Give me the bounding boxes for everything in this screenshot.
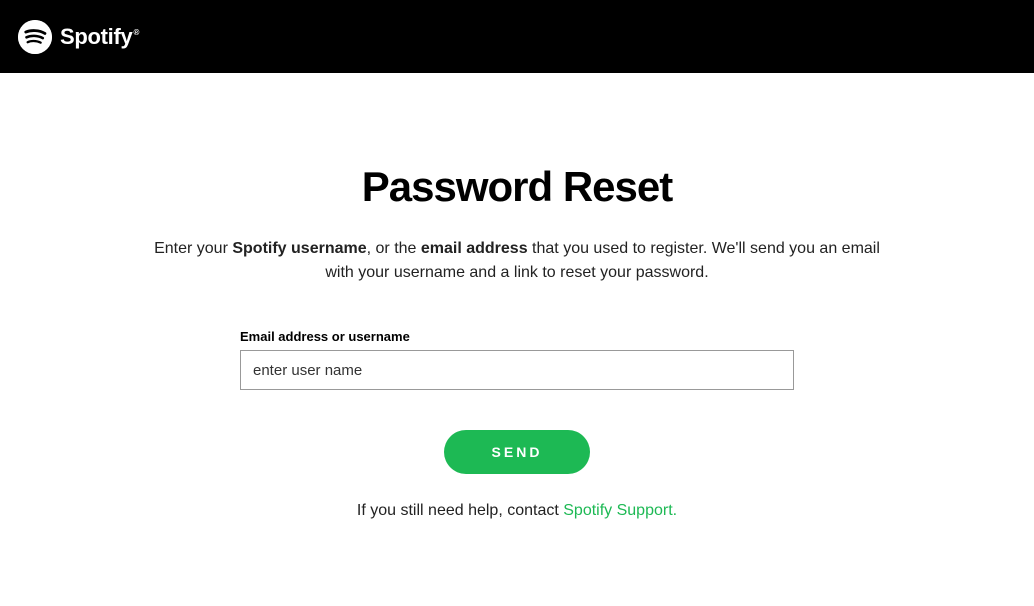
username-input[interactable] [240,350,794,390]
main-content: Password Reset Enter your Spotify userna… [0,73,1034,520]
page-subtitle: Enter your Spotify username, or the emai… [147,237,887,285]
page-title: Password Reset [0,163,1034,211]
spotify-icon [18,20,52,54]
brand-logo[interactable]: Spotify® [18,20,139,54]
header: Spotify® [0,0,1034,73]
send-button[interactable]: SEND [444,430,591,474]
support-link[interactable]: Spotify Support. [563,502,677,519]
input-label: Email address or username [240,329,794,344]
brand-name: Spotify® [60,24,139,50]
reset-form: Email address or username [240,329,794,390]
help-text: If you still need help, contact Spotify … [0,502,1034,520]
